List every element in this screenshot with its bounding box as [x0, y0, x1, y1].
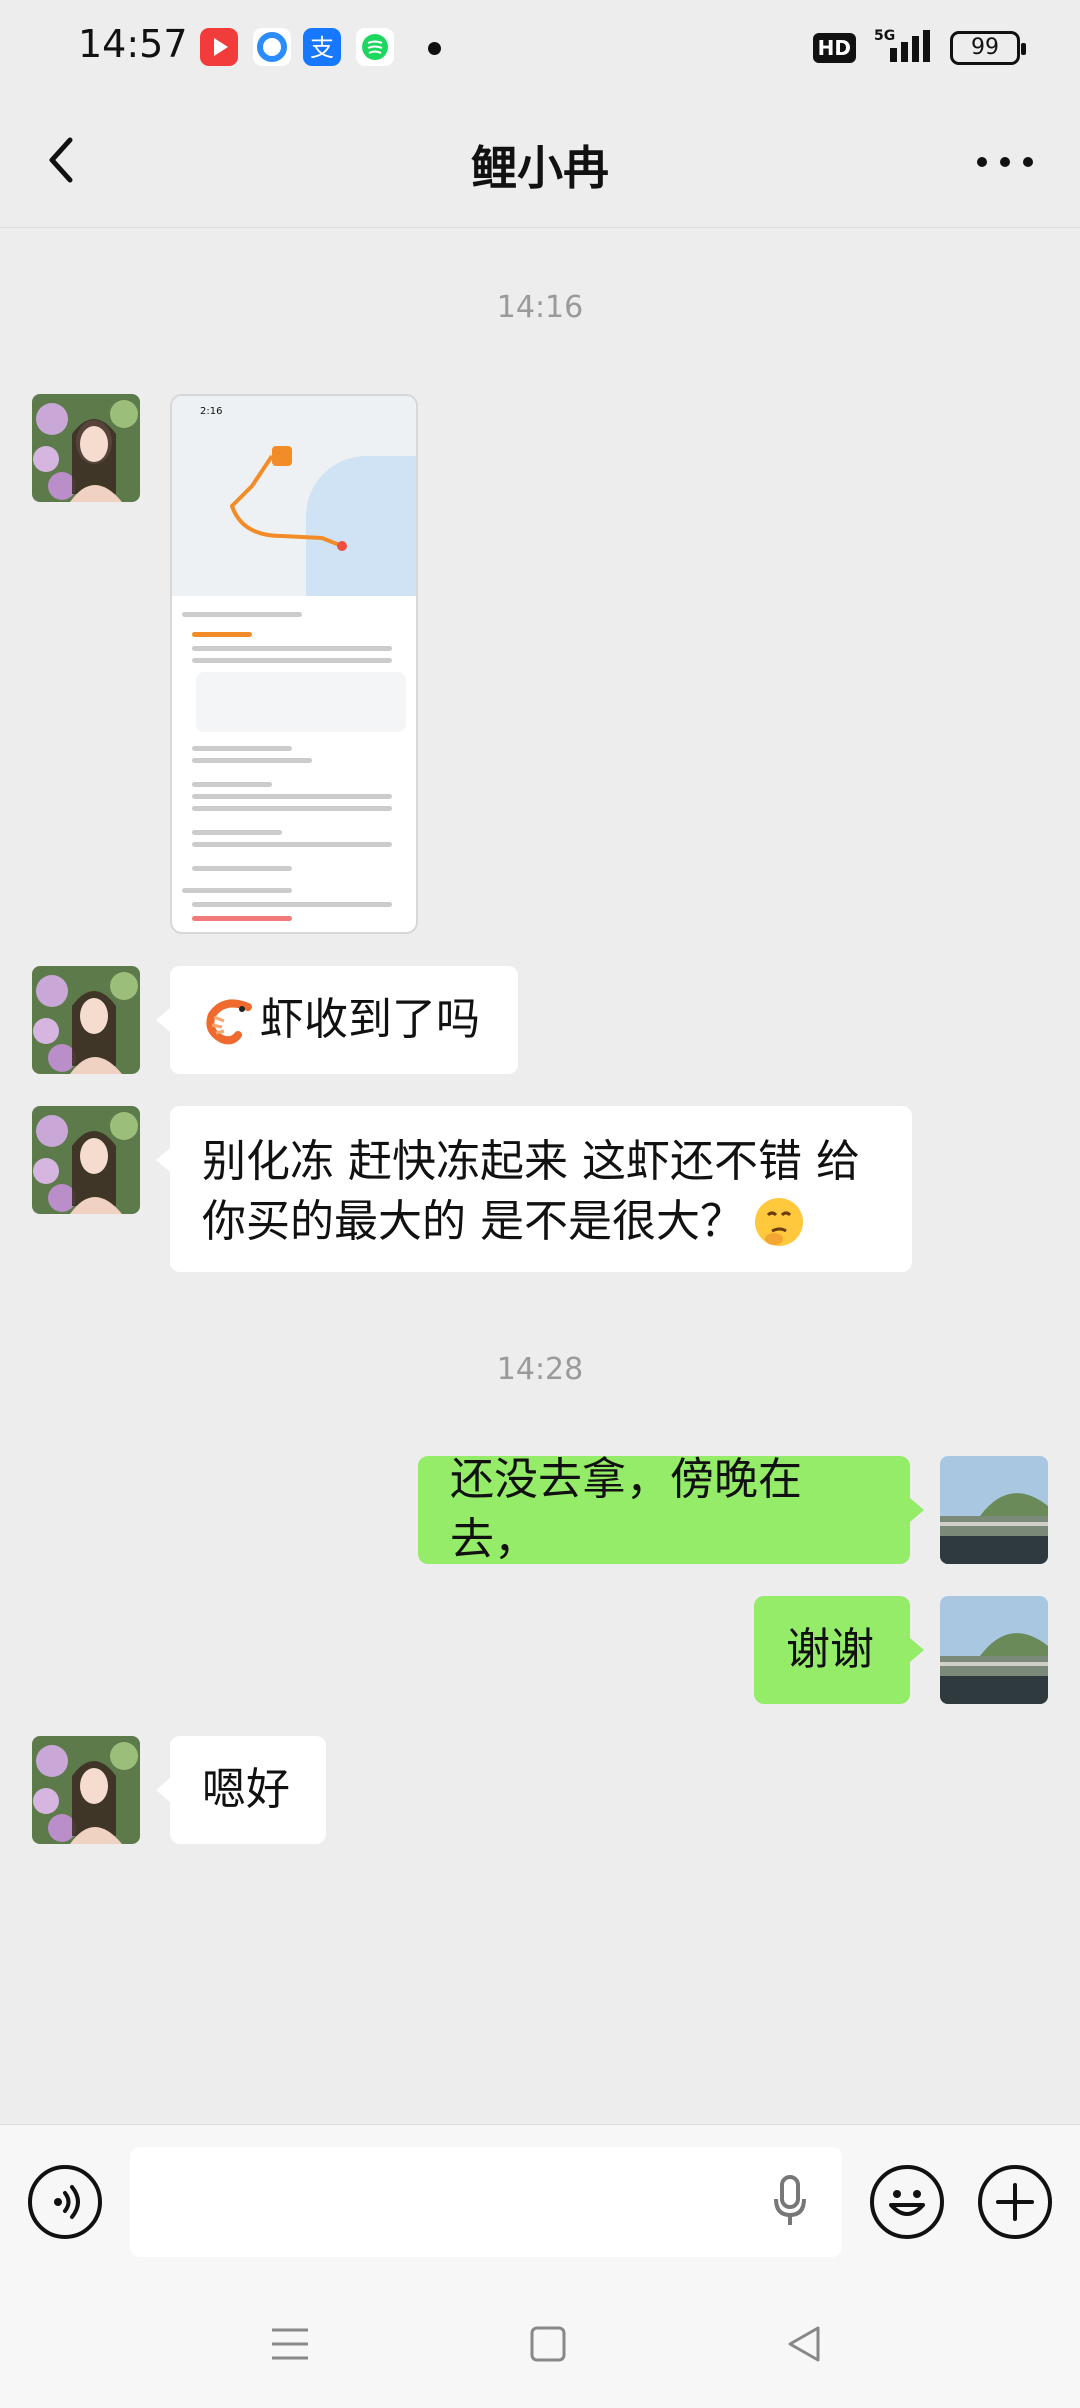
message-text: 嗯好 [202, 1764, 290, 1815]
home-nav-button[interactable] [524, 2320, 572, 2368]
hd-badge: HD [812, 33, 856, 63]
video-app-icon [200, 28, 238, 66]
status-indicators: HD 5G 99 [812, 26, 1026, 70]
message-text: 还没去拿，傍晚在去， [450, 1454, 802, 1565]
plus-icon [996, 2183, 1034, 2221]
message-bubble-self[interactable]: 谢谢 [754, 1596, 910, 1704]
route-line-icon [229, 446, 347, 551]
message-bubble-self[interactable]: 还没去拿，傍晚在去， [418, 1454, 910, 1565]
timestamp: 14:28 [496, 1352, 584, 1387]
status-bar: 14:57 支 HD 5G 99 [0, 0, 1080, 96]
emoji-button[interactable] [870, 2165, 944, 2239]
thinking-emoji-icon [752, 1195, 806, 1249]
alipay-app-icon: 支 [303, 28, 341, 66]
map-area: 2:16 [172, 396, 416, 596]
self-avatar[interactable] [940, 1456, 1048, 1564]
back-triangle-icon [788, 2326, 820, 2362]
more-dots-icon [977, 157, 1033, 167]
chat-title: 鲤小冉 [471, 141, 609, 195]
network-type-label: 5G [874, 28, 895, 44]
message-bubble[interactable]: 虾收到了吗 [170, 966, 518, 1074]
message-bubble[interactable]: 别化冻 赶快冻起来 这虾还不错 给 你买的最大的 是不是很大？ [170, 1106, 912, 1272]
contact-avatar[interactable] [32, 394, 140, 502]
microphone-icon[interactable] [772, 2173, 808, 2229]
contact-avatar[interactable] [32, 1106, 140, 1214]
menu-icon [272, 2328, 308, 2360]
chat-header: 鲤小冉 [0, 96, 1080, 228]
self-avatar[interactable] [940, 1596, 1048, 1704]
browser-app-icon [253, 28, 291, 66]
status-time: 14:57 [78, 22, 188, 66]
home-square-icon [530, 2326, 566, 2362]
message-bubble[interactable]: 嗯好 [170, 1736, 326, 1844]
contact-avatar[interactable] [32, 1736, 140, 1844]
battery-indicator: 99 [950, 31, 1026, 65]
message-input[interactable] [130, 2147, 842, 2257]
voice-mode-button[interactable] [28, 2165, 102, 2239]
contact-avatar[interactable] [32, 966, 140, 1074]
message-text: 谢谢 [786, 1624, 874, 1675]
more-options-button[interactable] [970, 142, 1040, 182]
message-text: 别化冻 赶快冻起来 这虾还不错 给 [202, 1136, 860, 1187]
message-text: 虾收到了吗 [260, 994, 480, 1045]
shipping-screenshot-image[interactable]: 2:16 [170, 394, 418, 934]
notification-dot-icon [428, 42, 441, 55]
menu-nav-button[interactable] [266, 2320, 314, 2368]
voice-wave-icon [54, 2185, 80, 2219]
timestamp: 14:16 [496, 290, 584, 325]
more-actions-button[interactable] [978, 2165, 1052, 2239]
shrimp-emoji-icon [202, 993, 256, 1047]
smiley-icon [889, 2190, 925, 2216]
back-nav-button[interactable] [780, 2320, 828, 2368]
music-app-icon [356, 28, 394, 66]
system-nav-bar [0, 2280, 1080, 2408]
signal-icon: 5G [868, 26, 938, 70]
message-text: 你买的最大的 是不是很大？ [202, 1196, 744, 1247]
input-bar [0, 2124, 1080, 2280]
svg-text:支: 支 [310, 34, 334, 62]
